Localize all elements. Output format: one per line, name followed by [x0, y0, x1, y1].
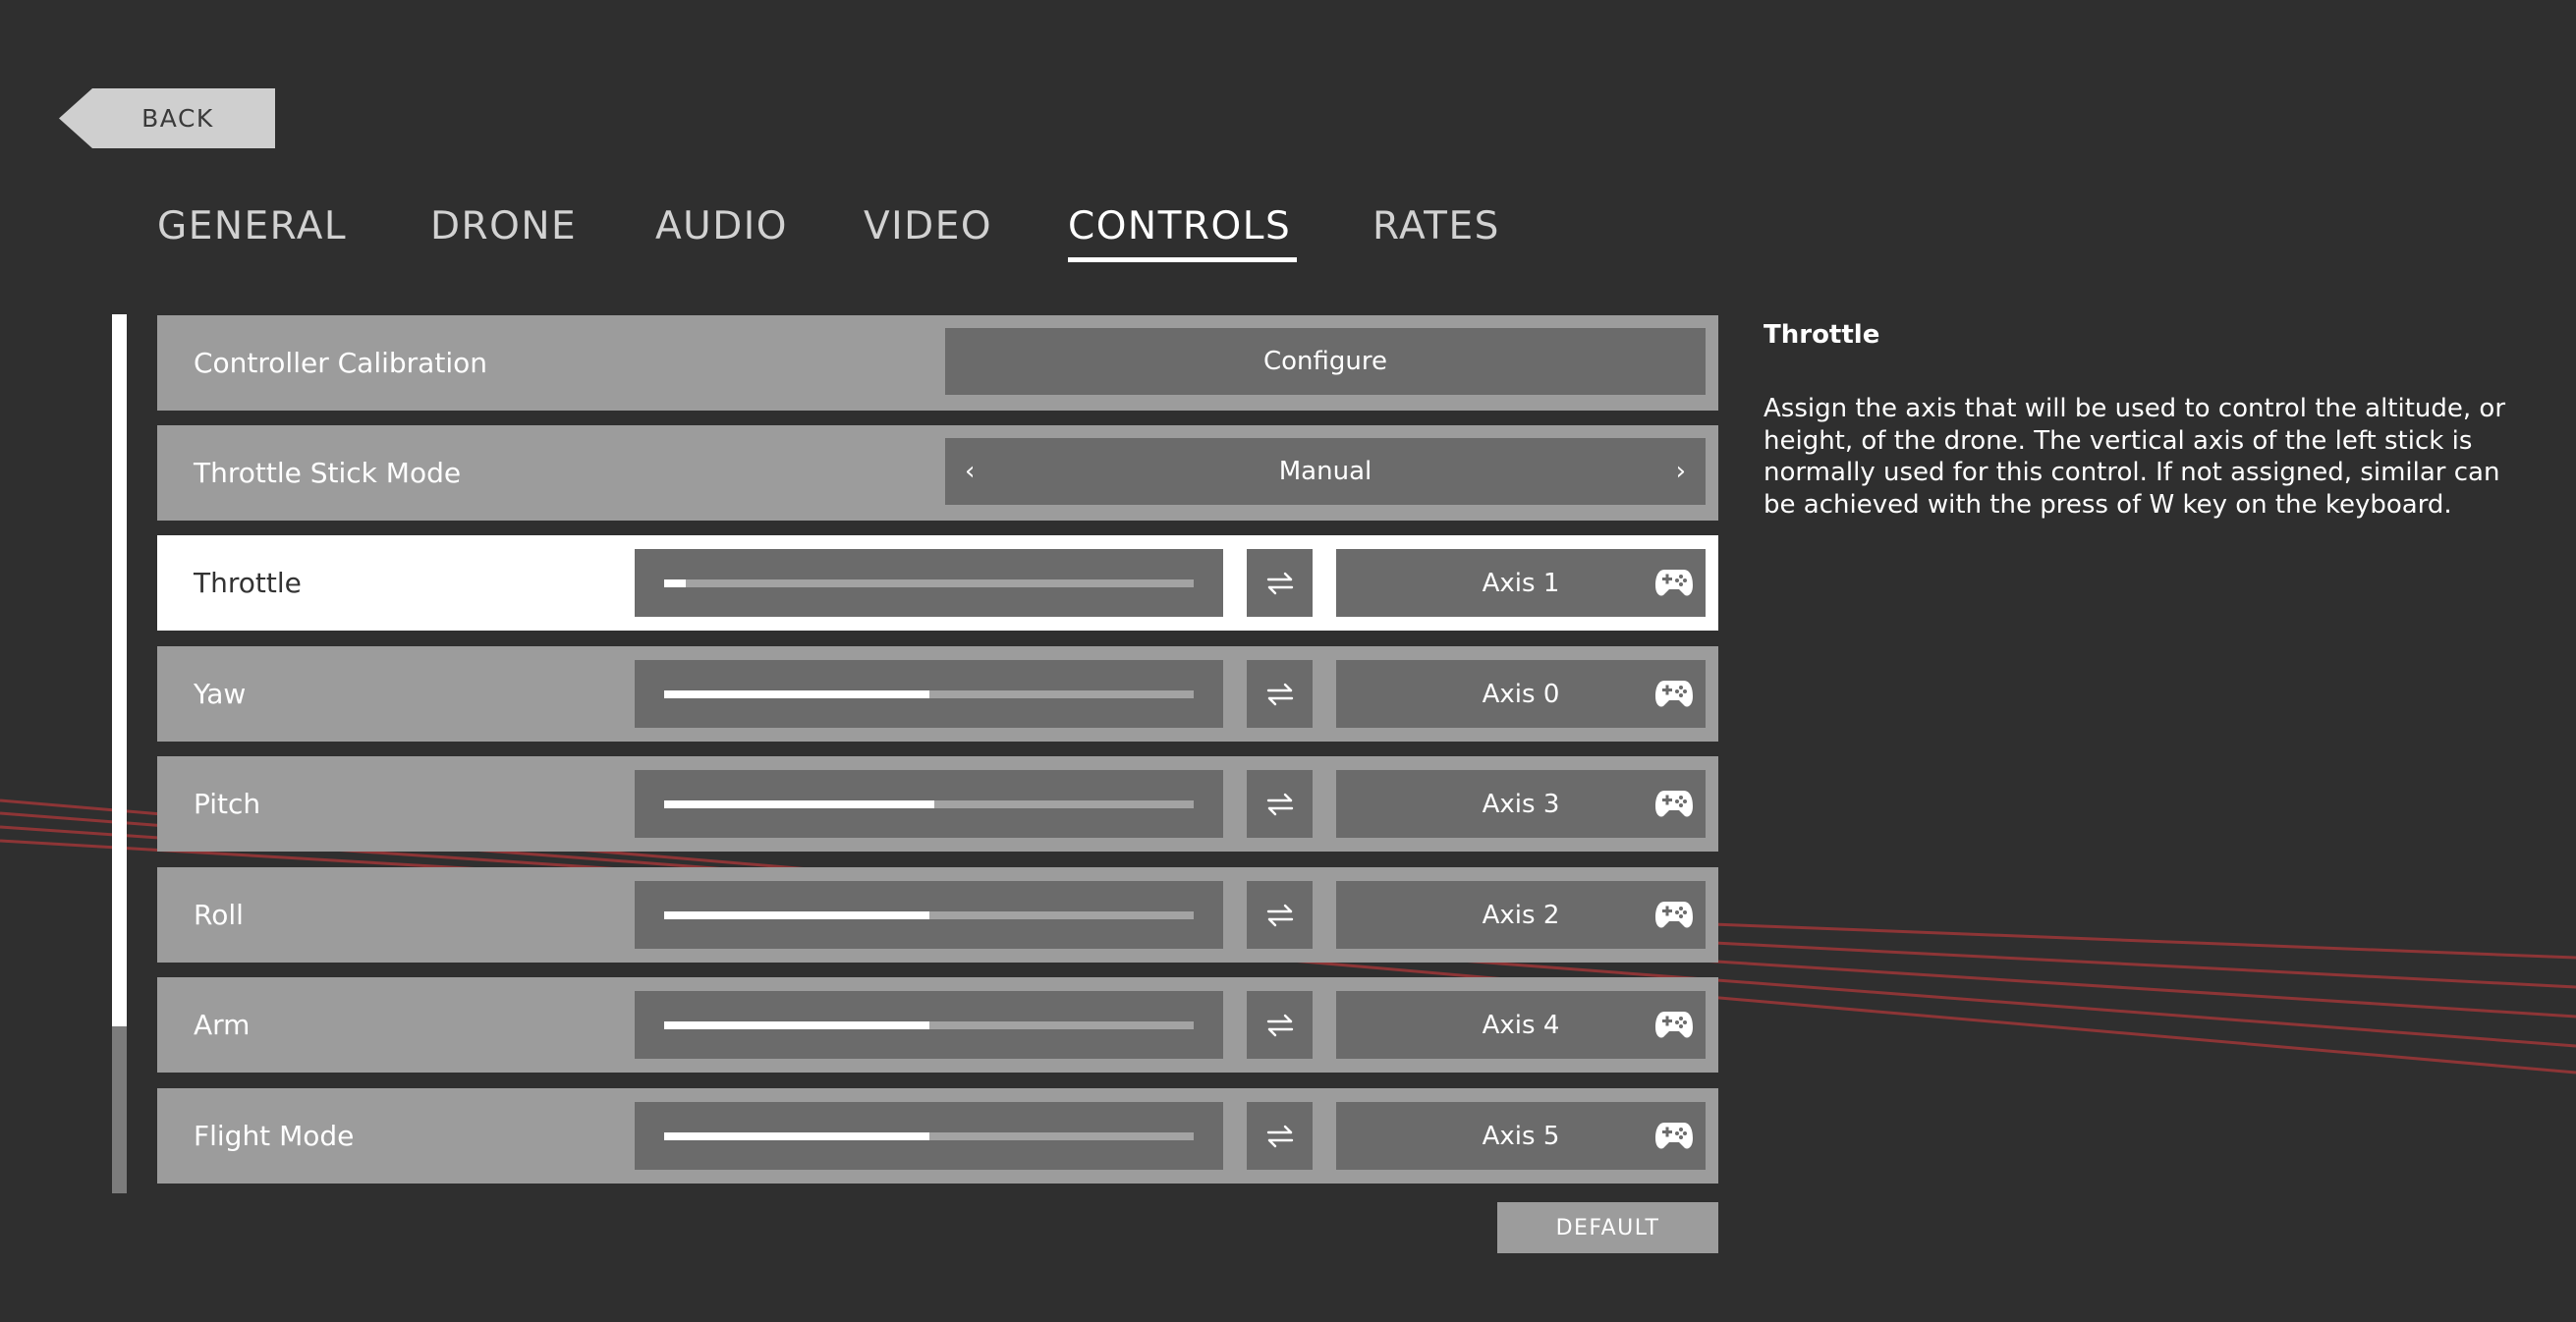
axis-assignment-label: Axis 1	[1482, 568, 1560, 598]
axis-assign-button[interactable]: Axis 3	[1336, 770, 1706, 838]
axis-row-label: Yaw	[194, 678, 247, 710]
invert-axis-button[interactable]	[1247, 660, 1313, 728]
help-title: Throttle	[1764, 320, 1880, 350]
row-label: Controller Calibration	[194, 347, 487, 379]
slider-track	[664, 579, 1194, 587]
axis-assign-button[interactable]: Axis 5	[1336, 1102, 1706, 1170]
axis-level-slider	[635, 770, 1223, 838]
axis-assign-button[interactable]: Axis 1	[1336, 549, 1706, 617]
tab-rates[interactable]: RATES	[1372, 204, 1500, 248]
axis-level-slider	[635, 881, 1223, 949]
axis-assignment-label: Axis 2	[1482, 900, 1560, 930]
gamepad-icon	[1655, 570, 1693, 596]
active-tab-underline	[1068, 257, 1297, 262]
slider-fill	[664, 579, 686, 587]
tab-video[interactable]: VIDEO	[864, 204, 992, 248]
axis-level-slider	[635, 549, 1223, 617]
invert-axis-button[interactable]	[1247, 1102, 1313, 1170]
slider-track	[664, 911, 1194, 919]
axis-assignment-label: Axis 5	[1482, 1121, 1560, 1151]
axis-assign-button[interactable]: Axis 0	[1336, 660, 1706, 728]
axis-row-label: Throttle	[194, 567, 302, 599]
tab-audio[interactable]: AUDIO	[655, 204, 788, 248]
configure-button[interactable]: Configure	[945, 328, 1706, 395]
help-description: Assign the axis that will be used to con…	[1764, 394, 2506, 520]
invert-axis-button[interactable]	[1247, 991, 1313, 1059]
gamepad-icon	[1655, 1012, 1693, 1038]
configure-label: Configure	[1262, 347, 1387, 376]
default-button[interactable]: DEFAULT	[1497, 1202, 1718, 1253]
swap-arrows-icon	[1266, 793, 1293, 815]
slider-fill	[664, 1132, 929, 1140]
scrollbar-thumb[interactable]	[112, 314, 127, 1026]
axis-row-label: Flight Mode	[194, 1120, 355, 1152]
slider-track	[664, 1021, 1194, 1029]
axis-row-label: Roll	[194, 899, 244, 931]
chevron-left-icon[interactable]: ‹	[965, 438, 975, 505]
axis-assignment-label: Axis 3	[1482, 789, 1560, 819]
swap-arrows-icon	[1266, 683, 1293, 705]
slider-track	[664, 1132, 1194, 1140]
swap-arrows-icon	[1266, 904, 1293, 926]
controller-calibration-row: Controller Calibration Configure	[157, 315, 1718, 411]
slider-fill	[664, 911, 929, 919]
invert-axis-button[interactable]	[1247, 549, 1313, 617]
axis-assignment-label: Axis 0	[1482, 679, 1560, 709]
invert-axis-button[interactable]	[1247, 881, 1313, 949]
axis-level-slider	[635, 1102, 1223, 1170]
axis-level-slider	[635, 991, 1223, 1059]
axis-row-label: Pitch	[194, 788, 261, 820]
axis-row-arm[interactable]: Arm Axis 4	[157, 977, 1718, 1073]
axis-row-yaw[interactable]: Yaw Axis 0	[157, 646, 1718, 742]
tab-general[interactable]: GENERAL	[157, 204, 347, 248]
swap-arrows-icon	[1266, 572, 1293, 594]
slider-track	[664, 690, 1194, 698]
axis-row-label: Arm	[194, 1009, 251, 1041]
axis-row-pitch[interactable]: Pitch Axis 3	[157, 756, 1718, 852]
slider-fill	[664, 690, 929, 698]
axis-row-roll[interactable]: Roll Axis 2	[157, 867, 1718, 963]
tab-drone[interactable]: DRONE	[430, 204, 577, 248]
slider-track	[664, 800, 1194, 808]
throttle-mode-value: Manual	[1278, 457, 1372, 486]
default-label: DEFAULT	[1555, 1215, 1660, 1240]
axis-assign-button[interactable]: Axis 4	[1336, 991, 1706, 1059]
axis-assignment-label: Axis 4	[1482, 1010, 1560, 1040]
row-label: Throttle Stick Mode	[194, 457, 462, 489]
gamepad-icon	[1655, 1123, 1693, 1149]
gamepad-icon	[1655, 681, 1693, 707]
axis-row-throttle[interactable]: Throttle Axis 1	[157, 535, 1718, 631]
throttle-stick-mode-row: Throttle Stick Mode ‹ Manual ›	[157, 425, 1718, 521]
back-label: BACK	[141, 104, 214, 133]
axis-assign-button[interactable]: Axis 2	[1336, 881, 1706, 949]
back-button[interactable]: BACK	[59, 88, 275, 148]
axis-row-flight-mode[interactable]: Flight Mode Axis 5	[157, 1088, 1718, 1184]
invert-axis-button[interactable]	[1247, 770, 1313, 838]
swap-arrows-icon	[1266, 1125, 1293, 1147]
gamepad-icon	[1655, 902, 1693, 928]
throttle-mode-selector[interactable]: ‹ Manual ›	[945, 438, 1706, 505]
slider-fill	[664, 800, 934, 808]
gamepad-icon	[1655, 791, 1693, 817]
tab-controls[interactable]: CONTROLS	[1068, 204, 1291, 248]
chevron-right-icon[interactable]: ›	[1676, 438, 1686, 505]
axis-level-slider	[635, 660, 1223, 728]
slider-fill	[664, 1021, 929, 1029]
swap-arrows-icon	[1266, 1014, 1293, 1036]
